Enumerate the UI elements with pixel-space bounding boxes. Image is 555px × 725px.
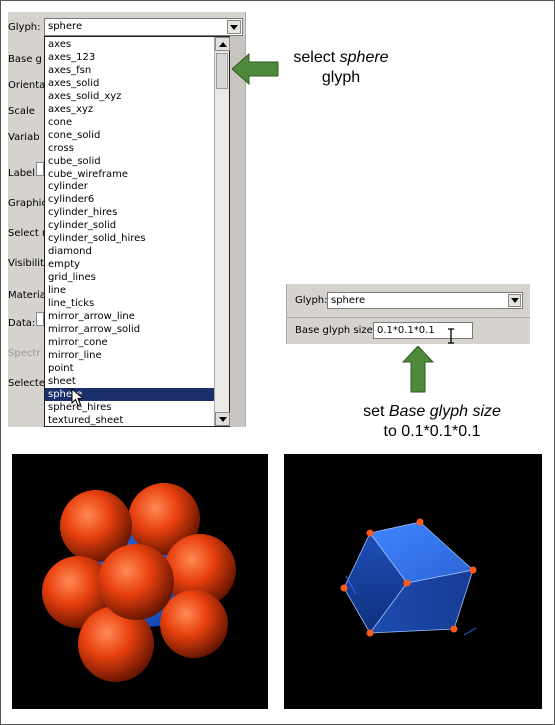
callout-set-base-glyph-size: set Base glyph size to 0.1*0.1*0.1 <box>363 403 501 440</box>
glyph-dropdown-list[interactable]: axes axes_123 axes_fsn axes_solid axes_solid… <box>44 36 230 427</box>
base-glyph-size-input[interactable]: 0.1*0.1*0.1 <box>373 322 473 339</box>
label-field-stub[interactable] <box>36 162 44 176</box>
side-label-orientation: Orienta <box>8 80 46 91</box>
dropdown-item-axes-solid-xyz[interactable]: axes_solid_xyz <box>45 90 214 103</box>
base-glyph-size-label: Base glyph size: <box>295 325 377 336</box>
dropdown-item-line[interactable]: line <box>45 284 214 297</box>
dropdown-item-axes-xyz[interactable]: axes_xyz <box>45 103 214 116</box>
dropdown-item-diamond[interactable]: diamond <box>45 245 214 258</box>
panel-edge <box>230 36 245 427</box>
divider <box>287 317 530 318</box>
side-label-variable: Variab <box>8 132 40 143</box>
dropdown-item-mirror-arrow-solid[interactable]: mirror_arrow_solid <box>45 323 214 336</box>
sphere-cluster-image <box>42 483 236 682</box>
dropdown-item-cylinder-hires[interactable]: cylinder_hires <box>45 206 214 219</box>
sphere-glyph-render <box>12 454 268 709</box>
data-field-stub[interactable] <box>36 312 44 326</box>
dropdown-item-line-ticks[interactable]: line_ticks <box>45 297 214 310</box>
dropdown-arrow-button-2[interactable] <box>508 294 521 307</box>
mouse-cursor-icon <box>71 388 85 407</box>
cube-glyph-render <box>284 454 542 709</box>
dropdown-item-grid-lines[interactable]: grid_lines <box>45 271 214 284</box>
dropdown-item-cube-wireframe[interactable]: cube_wireframe <box>45 168 214 181</box>
base-glyph-panel: Glyph: sphere Base glyph size: 0.1*0.1*0… <box>286 284 530 344</box>
dropdown-item-axes-123[interactable]: axes_123 <box>45 51 214 64</box>
dropdown-item-cone[interactable]: cone <box>45 116 214 129</box>
text-cursor-icon <box>448 328 454 344</box>
dropdown-item-cone-solid[interactable]: cone_solid <box>45 129 214 142</box>
dropdown-item-point[interactable]: point <box>45 362 214 375</box>
scroll-up-button[interactable] <box>215 37 230 51</box>
dropdown-item-cross[interactable]: cross <box>45 142 214 155</box>
dropdown-item-axes[interactable]: axes <box>45 38 214 51</box>
scrollbar-thumb[interactable] <box>216 53 228 89</box>
chevron-up-icon <box>218 41 227 47</box>
base-glyph-size-value: 0.1*0.1*0.1 <box>377 325 435 336</box>
side-label-data: Data: <box>8 318 36 329</box>
cube-with-point-glyphs-image <box>340 518 477 637</box>
chevron-down-icon <box>218 416 227 422</box>
side-label-label: Label: <box>8 168 39 179</box>
dropdown-item-cylinder[interactable]: cylinder <box>45 180 214 193</box>
side-label-base-glyph: Base g <box>8 54 42 65</box>
dropdown-item-mirror-cone[interactable]: mirror_cone <box>45 336 214 349</box>
dropdown-item-axes-solid[interactable]: axes_solid <box>45 77 214 90</box>
dropdown-item-axes-fsn[interactable]: axes_fsn <box>45 64 214 77</box>
glyph-dropdown[interactable]: sphere <box>44 18 243 36</box>
glyph-label-2: Glyph: <box>295 295 328 306</box>
dropdown-item-cube-solid[interactable]: cube_solid <box>45 155 214 168</box>
side-label-graphics: Graphic <box>8 198 47 209</box>
dropdown-item-empty[interactable]: empty <box>45 258 214 271</box>
chevron-down-icon <box>510 298 519 303</box>
scroll-down-button[interactable] <box>215 412 230 426</box>
dropdown-item-textured-sheet[interactable]: textured_sheet <box>45 414 214 427</box>
glyph-settings-panel: Glyph: sphere Base g Orienta Scale Varia… <box>8 12 246 427</box>
glyph-dropdown-2-value: sphere <box>331 295 366 306</box>
dropdown-arrow-button[interactable] <box>227 20 241 34</box>
side-label-spectrum: Spectr <box>8 348 41 359</box>
side-label-scale: Scale <box>8 106 35 117</box>
dropdown-item-sheet[interactable]: sheet <box>45 375 214 388</box>
dropdown-item-cylinder-solid-hires[interactable]: cylinder_solid_hires <box>45 232 214 245</box>
dropdown-item-mirror-line[interactable]: mirror_line <box>45 349 214 362</box>
callout-select-sphere: select sphere glyph <box>293 49 389 86</box>
dropdown-scrollbar[interactable] <box>214 37 230 426</box>
up-arrow-icon <box>402 346 434 393</box>
glyph-dropdown-2[interactable]: sphere <box>327 292 523 309</box>
chevron-down-icon <box>230 24 238 30</box>
dropdown-item-cylinder-solid[interactable]: cylinder_solid <box>45 219 214 232</box>
dropdown-item-mirror-arrow-line[interactable]: mirror_arrow_line <box>45 310 214 323</box>
side-label-material: Materia <box>8 290 46 301</box>
glyph-dropdown-value: sphere <box>48 21 83 32</box>
left-arrow-icon <box>232 53 279 85</box>
glyph-label: Glyph: <box>8 22 41 33</box>
dropdown-item-cylinder6[interactable]: cylinder6 <box>45 193 214 206</box>
